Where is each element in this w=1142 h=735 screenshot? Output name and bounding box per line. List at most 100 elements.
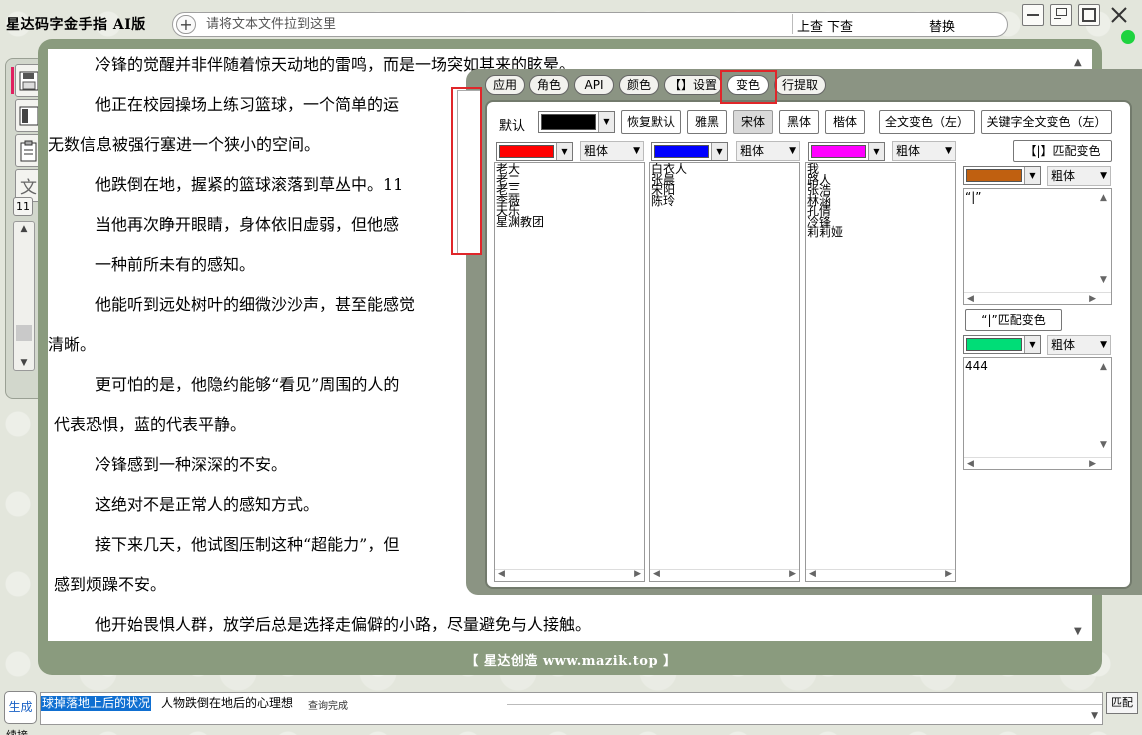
h-scrollbar[interactable]: ◀ ▶	[964, 457, 1111, 469]
match-button[interactable]: 匹配	[1106, 692, 1138, 714]
quote-match-button[interactable]: “|”匹配变色	[965, 309, 1062, 331]
col3-color-select[interactable]: ▼	[808, 142, 885, 161]
col2-color-select[interactable]: ▼	[651, 142, 728, 161]
scroll-left-icon[interactable]: ◀	[653, 569, 660, 580]
scroll-down-icon[interactable]: ▼	[1074, 626, 1082, 637]
quote-color-select[interactable]: ▼	[963, 335, 1041, 354]
tab-role[interactable]: 角色	[529, 75, 569, 95]
font-kai-button[interactable]: 楷体	[825, 110, 865, 134]
scroll-up-icon[interactable]: ▲	[1100, 360, 1107, 374]
h-scrollbar[interactable]: ◀ ▶	[650, 569, 799, 581]
quote-text-box[interactable]: 444 ▲ ▼ ◀ ▶	[963, 357, 1112, 470]
col1-name-list[interactable]: 老大 老二 老三 李薇 天乐 星渊教团 ◀ ▶	[494, 162, 645, 582]
close-icon[interactable]	[1110, 6, 1128, 24]
bracket-pattern[interactable]: “|”	[965, 190, 1111, 204]
dropdown-icon[interactable]: ▼	[711, 143, 727, 160]
col2-weight-select[interactable]: 粗体 ▼	[736, 141, 800, 161]
tab-color[interactable]: 颜色	[619, 75, 659, 95]
bracket-text-box[interactable]: “|” ▲ ▼ ◀ ▶	[963, 188, 1112, 305]
chevron-down-icon: ▼	[789, 146, 796, 156]
h-scrollbar[interactable]: ◀ ▶	[495, 569, 644, 581]
dropdown-icon[interactable]: ▼	[1024, 167, 1040, 184]
active-marker	[11, 67, 14, 94]
slider-down-icon[interactable]: ▼	[14, 358, 34, 368]
scroll-left-icon[interactable]: ◀	[809, 569, 816, 580]
col1-color-select[interactable]: ▼	[496, 142, 573, 161]
scroll-left-icon[interactable]: ◀	[498, 569, 505, 580]
search-down-button[interactable]: 下查	[827, 16, 853, 35]
paragraph: 他开始畏惧人群，放学后总是选择走偏僻的小路，尽量避免与人接触。	[95, 615, 592, 634]
text-icon: 文	[20, 178, 37, 198]
full-text-color-button[interactable]: 全文变色（左）	[879, 110, 975, 134]
search-up-button[interactable]: 上查	[797, 16, 823, 35]
color-swatch	[499, 145, 554, 158]
highlight-box-side-strip	[451, 87, 482, 255]
bracket-color-select[interactable]: ▼	[963, 166, 1041, 185]
font-hei-button[interactable]: 黑体	[779, 110, 819, 134]
dropdown-icon[interactable]: ▼	[556, 143, 572, 160]
scroll-left-icon[interactable]: ◀	[967, 292, 974, 304]
scroll-up-icon[interactable]: ▲	[1074, 57, 1082, 68]
scroll-right-icon[interactable]: ▶	[634, 569, 641, 580]
col3-name-list[interactable]: 我 路人 张浩 林涵 孔倩 冷锋 莉莉娅 ◀ ▶	[805, 162, 956, 582]
font-yahei-button[interactable]: 雅黑	[687, 110, 727, 134]
h-scrollbar[interactable]: ◀ ▶	[806, 569, 955, 581]
slider-up-icon[interactable]: ▲	[14, 224, 34, 234]
v-scrollbar[interactable]: ▲ ▼	[1098, 189, 1111, 304]
scroll-down-icon[interactable]: ▼	[1091, 711, 1098, 721]
dropdown-icon[interactable]: ▼	[868, 143, 884, 160]
scroll-right-icon[interactable]: ▶	[1089, 457, 1096, 469]
chevron-down-icon: ▼	[1100, 171, 1107, 181]
h-scrollbar[interactable]: ◀ ▶	[964, 292, 1111, 304]
scroll-down-icon[interactable]: ▼	[1100, 273, 1107, 287]
scroll-down-icon[interactable]: ▼	[1100, 438, 1107, 452]
scroll-up-icon[interactable]: ▲	[1100, 191, 1107, 205]
font-song-button[interactable]: 宋体	[733, 110, 773, 134]
bracket-match-button[interactable]: 【|】匹配变色	[1013, 140, 1112, 162]
default-color-select[interactable]: ▼	[538, 111, 615, 133]
tab-line-extract[interactable]: 行提取	[774, 75, 826, 95]
slider-thumb[interactable]	[16, 325, 32, 341]
replace-button[interactable]: 替换	[929, 16, 955, 35]
scroll-right-icon[interactable]: ▶	[1089, 292, 1096, 304]
scroll-left-icon[interactable]: ◀	[967, 457, 974, 469]
minimize-icon[interactable]	[1022, 4, 1044, 26]
toolbar-divider	[792, 14, 793, 34]
list-item[interactable]: 陈玲	[651, 195, 799, 206]
chevron-down-icon: ▼	[1100, 340, 1107, 350]
keyword-color-button[interactable]: 关键字全文变色（左）	[981, 110, 1112, 134]
prompt-field[interactable]: 球掉落地上后的状况 人物跌倒在地后的心理想 查询完成 ▼	[40, 692, 1103, 725]
bracket-weight-select[interactable]: 粗体 ▼	[1047, 166, 1111, 186]
color-swatch	[966, 338, 1022, 351]
col2-name-list[interactable]: 白衣人 张晨 宋阳 陈玲 ◀ ▶	[649, 162, 800, 582]
weight-value: 粗体	[1051, 169, 1076, 183]
generate-button[interactable]: 生成	[4, 691, 37, 724]
scroll-right-icon[interactable]: ▶	[945, 569, 952, 580]
scroll-right-icon[interactable]: ▶	[789, 569, 796, 580]
tab-settings[interactable]: 【】设置	[664, 75, 722, 95]
maximize-icon[interactable]	[1078, 4, 1100, 26]
tile-icon[interactable]	[1050, 4, 1072, 26]
color-swatch	[966, 169, 1022, 182]
v-scrollbar[interactable]: ▲ ▼	[1098, 358, 1111, 469]
prompt-text[interactable]: 人物跌倒在地后的心理想	[161, 696, 301, 711]
quote-pattern[interactable]: 444	[965, 359, 1111, 373]
tab-api[interactable]: API	[574, 75, 614, 95]
chevron-down-icon: ▼	[633, 146, 640, 156]
list-item[interactable]: 星渊教团	[496, 216, 644, 227]
status-text: 查询完成	[308, 701, 348, 712]
tab-apply[interactable]: 应用	[485, 75, 525, 95]
list-item[interactable]: 莉莉娅	[807, 226, 955, 237]
font-size-11[interactable]: 11	[13, 197, 33, 216]
quote-weight-select[interactable]: 粗体 ▼	[1047, 335, 1111, 355]
file-drop-input[interactable]	[203, 12, 788, 37]
save-icon	[18, 68, 39, 93]
left-slider-1[interactable]: ▲ ▼	[13, 221, 35, 371]
dropdown-icon[interactable]: ▼	[1024, 336, 1040, 353]
add-file-icon[interactable]: +	[176, 15, 196, 34]
restore-default-button[interactable]: 恢复默认	[621, 110, 681, 134]
selected-prompt[interactable]: 球掉落地上后的状况	[41, 696, 152, 711]
col3-weight-select[interactable]: 粗体 ▼	[892, 141, 956, 161]
col1-weight-select[interactable]: 粗体 ▼	[580, 141, 644, 161]
dropdown-icon[interactable]: ▼	[598, 112, 614, 132]
